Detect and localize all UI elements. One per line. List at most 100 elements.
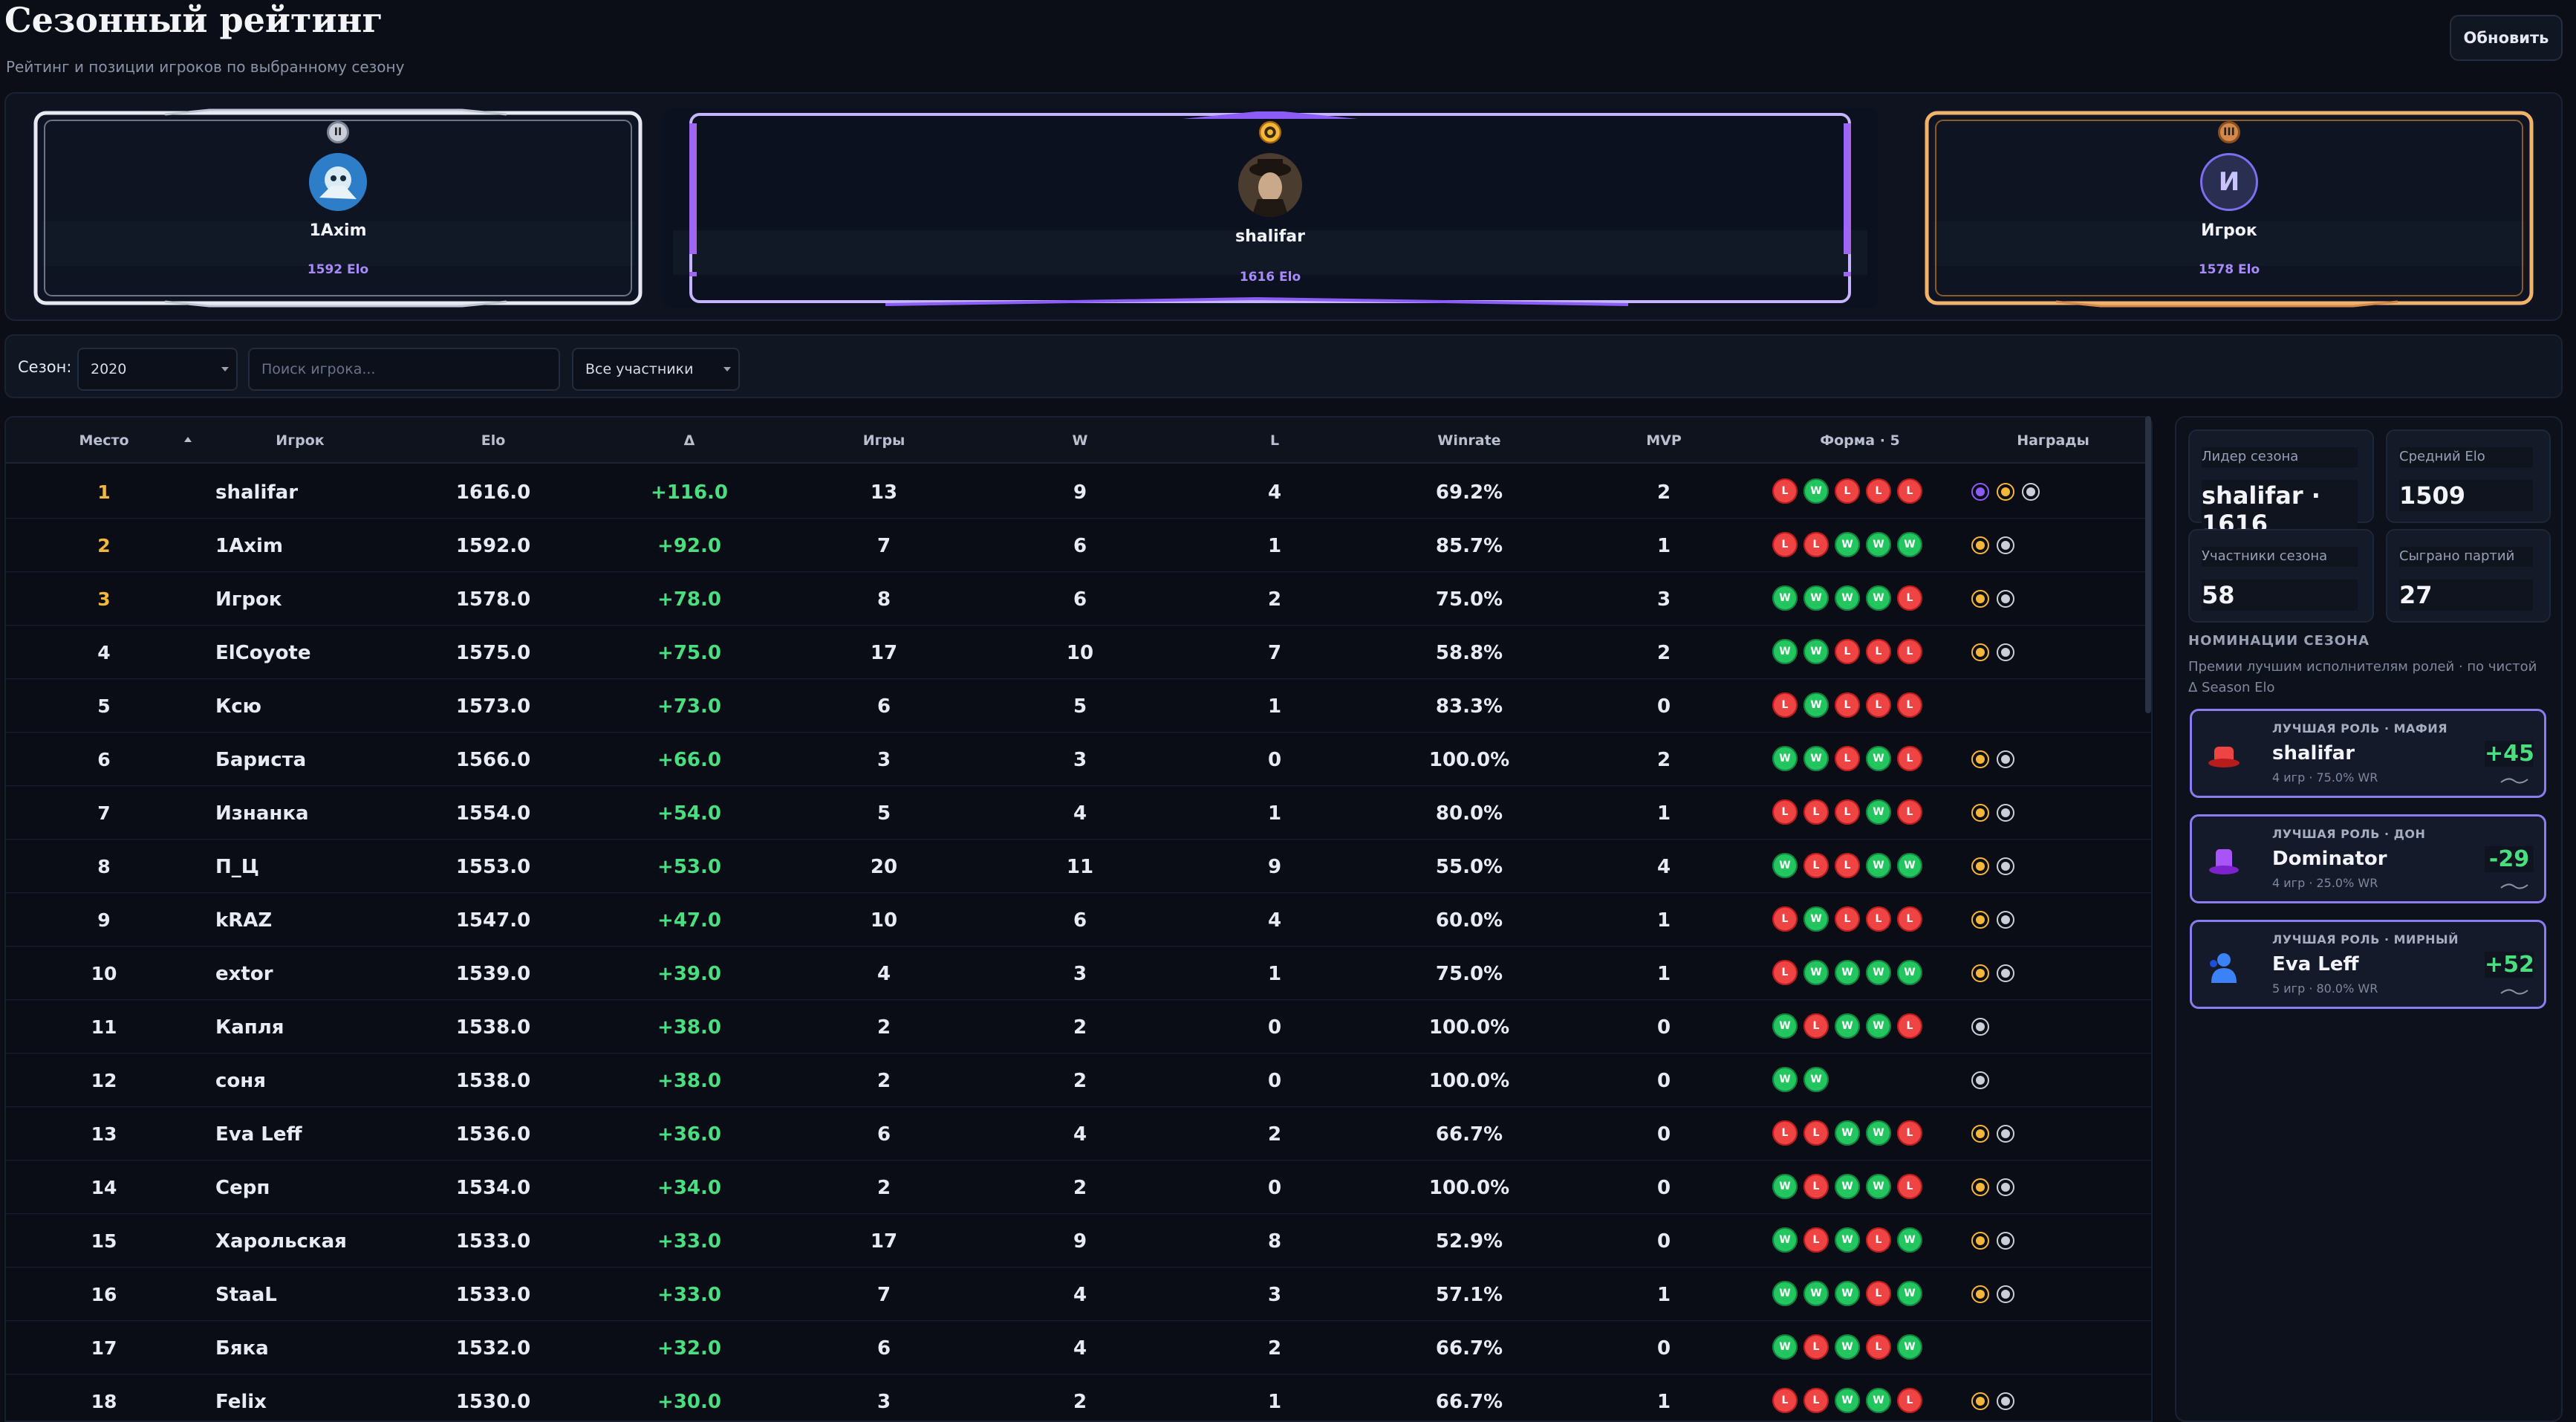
- podium-card-third[interactable]: III И Игрок 1578 Elo: [1922, 108, 2536, 308]
- table-row[interactable]: 9 kRAZ 1547.0 +47.0 10 6 4 60.0% 1 L W L L L: [6, 893, 2151, 947]
- table-row[interactable]: 16 StaaL 1533.0 +33.0 7 4 3 57.1% 1 W W W L W: [6, 1267, 2151, 1321]
- loss-badge: L: [1835, 746, 1860, 771]
- player-name[interactable]: shalifar: [215, 481, 298, 504]
- podium-card-second[interactable]: II 1Axim 1592 Elo: [31, 108, 645, 308]
- form-badges: WW: [1772, 1067, 1829, 1092]
- games-value: 4: [876, 963, 891, 985]
- table-row[interactable]: 5 Ксю 1573.0 +73.0 6 5 1 83.3% 0 L W L L L: [6, 679, 2151, 733]
- gold-medal-icon[interactable]: [1971, 857, 1989, 875]
- player-name[interactable]: Игрок: [215, 588, 282, 611]
- gold-medal-icon[interactable]: [1971, 964, 1989, 982]
- silver-medal-icon[interactable]: [1997, 536, 2014, 554]
- silver-medal-icon[interactable]: [1997, 1392, 2014, 1410]
- silver-medal-icon[interactable]: [1997, 911, 2014, 929]
- table-row[interactable]: 17 Бяка 1532.0 +32.0 6 4 2 66.7% 0 W L W L W: [6, 1321, 2151, 1374]
- col-wins[interactable]: W: [1073, 432, 1088, 449]
- player-name[interactable]: П_Ц: [215, 856, 259, 878]
- table-row[interactable]: 14 Серп 1534.0 +34.0 2 2 0 100.0% 0 W L W W L: [6, 1160, 2151, 1214]
- player-name[interactable]: 1Axim: [215, 535, 283, 557]
- nomination-card-mafia[interactable]: ЛУЧШАЯ РОЛЬ · МАФИЯ shalifar 4 игр · 75.…: [2190, 709, 2546, 798]
- search-input[interactable]: Поиск игрока...: [248, 348, 560, 391]
- silver-medal-icon[interactable]: [1997, 804, 2014, 822]
- gold-medal-icon[interactable]: [1971, 1178, 1989, 1196]
- table-row[interactable]: 2 1Axim 1592.0 +92.0 7 6 1 85.7% 1 L L W W W: [6, 519, 2151, 572]
- player-name[interactable]: kRAZ: [215, 909, 272, 932]
- wins-value: 3: [1073, 749, 1087, 771]
- gold-medal-icon[interactable]: [1971, 1285, 1989, 1303]
- table-row[interactable]: 18 Felix 1530.0 +30.0 3 2 1 66.7% 1 L L W W L: [6, 1374, 2151, 1421]
- player-name[interactable]: Бариста: [215, 749, 306, 771]
- col-place[interactable]: Место: [79, 432, 129, 449]
- purple-medal-icon[interactable]: [1971, 483, 1989, 501]
- player-name[interactable]: extor: [215, 963, 273, 985]
- table-scrollbar[interactable]: [2145, 416, 2151, 713]
- player-name[interactable]: StaaL: [215, 1284, 277, 1306]
- col-mvp[interactable]: MVP: [1646, 432, 1682, 449]
- gold-medal-icon[interactable]: [1971, 1125, 1989, 1143]
- silver-medal-icon[interactable]: [1997, 964, 2014, 982]
- table-row[interactable]: 11 Капля 1538.0 +38.0 2 2 0 100.0% 0 W L W W L: [6, 1000, 2151, 1053]
- player-name[interactable]: ElCoyote: [215, 642, 311, 664]
- table-row[interactable]: 6 Бариста 1566.0 +66.0 3 3 0 100.0% 2 W W L W L: [6, 733, 2151, 786]
- gold-medal-icon[interactable]: [1971, 643, 1989, 661]
- player-name[interactable]: Felix: [215, 1391, 267, 1413]
- participants-select[interactable]: Все участники: [572, 348, 740, 391]
- table-row[interactable]: 13 Eva Leff 1536.0 +36.0 6 4 2 66.7% 0 L L W W L: [6, 1107, 2151, 1160]
- gold-medal-icon[interactable]: [1971, 536, 1989, 554]
- player-name[interactable]: Капля: [215, 1016, 284, 1039]
- podium-card-first[interactable]: shalifar 1616 Elo: [663, 108, 1878, 308]
- loss-badge: L: [1897, 1174, 1922, 1199]
- player-name[interactable]: Ксю: [215, 695, 261, 718]
- gold-medal-icon[interactable]: [1971, 590, 1989, 608]
- table-row[interactable]: 15 Харольская 1533.0 +33.0 17 9 8 52.9% 0 W L W L W: [6, 1214, 2151, 1267]
- wins-value: 2: [1073, 1016, 1087, 1039]
- col-elo[interactable]: Elo: [481, 432, 506, 449]
- table-row[interactable]: 8 П_Ц 1553.0 +53.0 20 11 9 55.0% 4 W L L W W: [6, 840, 2151, 893]
- player-name[interactable]: соня: [215, 1070, 266, 1092]
- table-row[interactable]: 3 Игрок 1578.0 +78.0 8 6 2 75.0% 3 W W W W L: [6, 572, 2151, 626]
- table-row[interactable]: 10 extor 1539.0 +39.0 4 3 1 75.0% 1 L W W W W: [6, 947, 2151, 1000]
- silver-medal-icon[interactable]: [1997, 590, 2014, 608]
- refresh-button[interactable]: Обновить: [2450, 15, 2563, 61]
- avatar: И: [2200, 153, 2258, 211]
- col-player[interactable]: Игрок: [276, 432, 324, 449]
- gold-medal-icon[interactable]: [1997, 483, 2014, 501]
- player-name[interactable]: Бяка: [215, 1337, 269, 1360]
- table-row[interactable]: 12 соня 1538.0 +38.0 2 2 0 100.0% 0 W W: [6, 1053, 2151, 1107]
- table-row[interactable]: 1 shalifar 1616.0 +116.0 13 9 4 69.2% 2 L W L L L: [6, 465, 2151, 519]
- nomination-card-citizen[interactable]: ЛУЧШАЯ РОЛЬ · МИРНЫЙ Eva Leff 5 игр · 80…: [2190, 920, 2546, 1009]
- silver-medal-icon[interactable]: [2022, 483, 2040, 501]
- col-games[interactable]: Игры: [863, 432, 905, 449]
- gold-medal-icon[interactable]: [1971, 1392, 1989, 1410]
- silver-medal-icon[interactable]: [1997, 1285, 2014, 1303]
- nomination-card-don[interactable]: ЛУЧШАЯ РОЛЬ · ДОН Dominator 4 игр · 25.0…: [2190, 814, 2546, 903]
- player-name[interactable]: Eva Leff: [215, 1123, 302, 1146]
- delta-value: +92.0: [657, 535, 721, 557]
- col-winrate[interactable]: Winrate: [1437, 432, 1500, 449]
- silver-medal-icon[interactable]: [1971, 1071, 1989, 1089]
- player-name[interactable]: Серп: [215, 1177, 270, 1199]
- sort-asc-icon[interactable]: [184, 437, 192, 442]
- player-name[interactable]: Изнанка: [215, 802, 309, 825]
- silver-medal-icon[interactable]: [1997, 1232, 2014, 1250]
- silver-medal-icon[interactable]: [1997, 1125, 2014, 1143]
- season-select[interactable]: 2020: [77, 348, 238, 391]
- delta-value: +47.0: [657, 909, 721, 932]
- gold-medal-icon[interactable]: [1971, 750, 1989, 768]
- mvp-value: 0: [1656, 1230, 1671, 1253]
- gold-medal-icon[interactable]: [1971, 911, 1989, 929]
- silver-medal-icon[interactable]: [1997, 643, 2014, 661]
- silver-medal-icon[interactable]: [1997, 750, 2014, 768]
- silver-medal-icon[interactable]: [1971, 1018, 1989, 1036]
- gold-medal-icon[interactable]: [1971, 804, 1989, 822]
- gold-medal-icon[interactable]: [1971, 1232, 1989, 1250]
- table-row[interactable]: 4 ElCoyote 1575.0 +75.0 17 10 7 58.8% 2 W W L L L: [6, 626, 2151, 679]
- silver-medal-icon[interactable]: [1997, 1178, 2014, 1196]
- rank-value: 14: [91, 1177, 117, 1198]
- stat-value: 58: [2202, 579, 2358, 611]
- col-delta[interactable]: Δ: [684, 432, 695, 449]
- player-name[interactable]: Харольская: [215, 1230, 347, 1253]
- col-losses[interactable]: L: [1270, 432, 1279, 449]
- silver-medal-icon[interactable]: [1997, 857, 2014, 875]
- table-row[interactable]: 7 Изнанка 1554.0 +54.0 5 4 1 80.0% 1 L L L W L: [6, 786, 2151, 840]
